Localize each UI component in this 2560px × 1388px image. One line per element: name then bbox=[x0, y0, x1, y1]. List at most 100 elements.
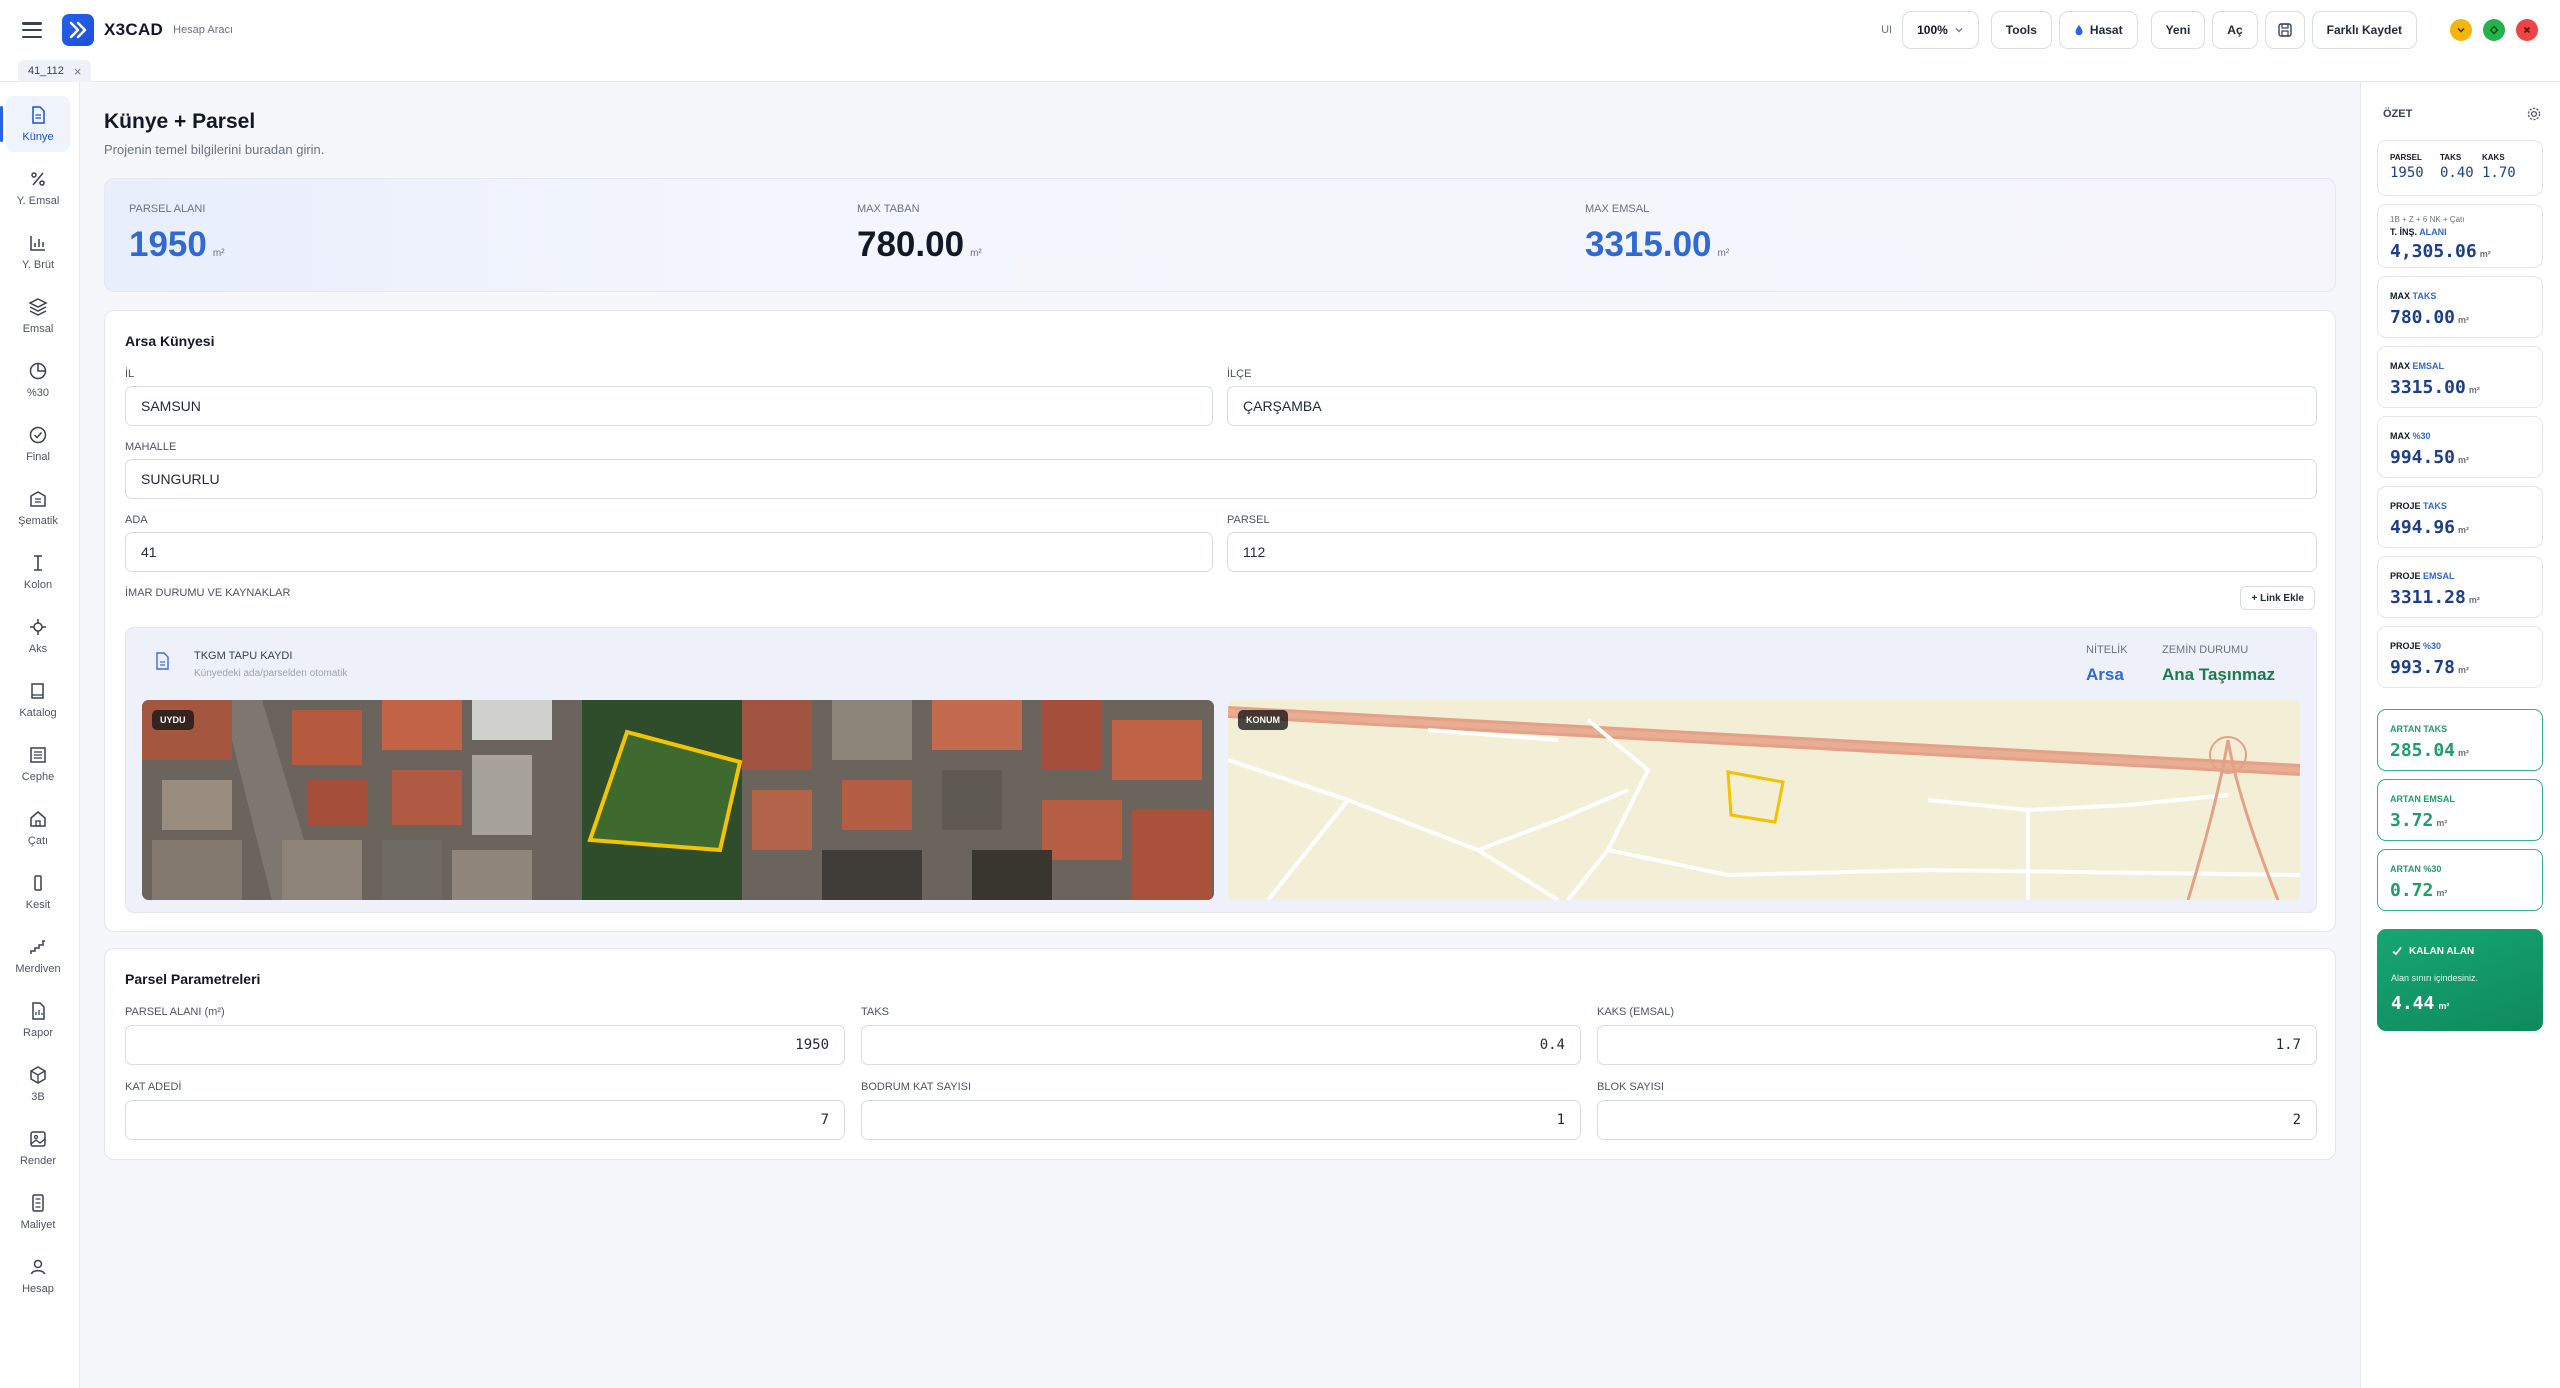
nav-item-yuzde30[interactable]: %30 bbox=[6, 352, 70, 408]
app-subtitle: Hesap Aracı bbox=[173, 24, 234, 36]
ada-field[interactable]: 41 bbox=[125, 532, 1213, 572]
minimize-button[interactable] bbox=[2450, 19, 2472, 41]
card-label: ARTAN bbox=[2390, 724, 2421, 734]
card-unit: m² bbox=[2436, 818, 2448, 828]
hasat-button[interactable]: Hasat bbox=[2058, 11, 2138, 49]
param-label: TAKS bbox=[861, 1006, 889, 1018]
close-window-button[interactable] bbox=[2516, 19, 2538, 41]
file-icon bbox=[156, 652, 169, 670]
param-value: 1.7 bbox=[2275, 1037, 2301, 1053]
tools-button[interactable]: Tools bbox=[1990, 11, 2052, 49]
kat-adedi-input[interactable]: 7 bbox=[125, 1100, 845, 1140]
nav-item-kolon[interactable]: Kolon bbox=[6, 544, 70, 600]
parsel-field[interactable]: 112 bbox=[1227, 532, 2317, 572]
summary-artan-taks: ARTAN TAKS 285.04 m² bbox=[2377, 709, 2543, 771]
card-value: 3311.28 bbox=[2390, 587, 2466, 608]
book-icon bbox=[31, 683, 44, 699]
nav-item-maliyet[interactable]: Maliyet bbox=[6, 1184, 70, 1240]
nav-item-kesit[interactable]: Kesit bbox=[6, 864, 70, 920]
summary-proje-30: PROJE %30 993.78 m² bbox=[2377, 626, 2543, 688]
stat-value: 1950 bbox=[129, 225, 207, 264]
il-field[interactable]: SAMSUN bbox=[125, 386, 1213, 426]
param-label: KAT ADEDİ bbox=[125, 1081, 182, 1093]
nav-item-render[interactable]: Render bbox=[6, 1120, 70, 1176]
card-label-accent: EMSAL bbox=[2412, 361, 2445, 371]
nav-item-cati[interactable]: Çatı bbox=[6, 800, 70, 856]
new-button[interactable]: Yeni bbox=[2150, 11, 2206, 49]
nav-item-y-emsal[interactable]: Y. Emsal bbox=[6, 160, 70, 216]
nav-item-hesap[interactable]: Hesap bbox=[6, 1248, 70, 1304]
add-link-button[interactable]: + Link Ekle bbox=[2240, 586, 2315, 610]
nav-label: %30 bbox=[26, 387, 50, 399]
kalan-text: Alan sınırı içindesiniz. bbox=[2391, 973, 2479, 983]
save-icon bbox=[2277, 23, 2292, 37]
nav-item-emsal[interactable]: Emsal bbox=[6, 288, 70, 344]
document-tab[interactable]: 41_112 × bbox=[18, 60, 92, 82]
summary-panel: ÖZET PARSEL 1950 TAKS 0.40 KAKS 1.70 1B … bbox=[2360, 82, 2560, 1388]
card-unit: m² bbox=[2458, 748, 2470, 758]
nitelik-label: NİTELİK bbox=[2086, 644, 2128, 656]
card-label: ARTAN bbox=[2390, 794, 2421, 804]
taks-input[interactable]: 0.4 bbox=[861, 1025, 1581, 1065]
satellite-image[interactable]: UYDU bbox=[142, 700, 1214, 900]
nav-item-katalog[interactable]: Katalog bbox=[6, 672, 70, 728]
nav-item-final[interactable]: Final bbox=[6, 416, 70, 472]
nav-item-sematik[interactable]: Şematik bbox=[6, 480, 70, 536]
tab-close-icon[interactable]: × bbox=[74, 64, 82, 79]
ins-unit: m² bbox=[2479, 249, 2491, 259]
ins-label: T. İNŞ. bbox=[2390, 227, 2418, 237]
save-as-button[interactable]: Farklı Kaydet bbox=[2311, 11, 2417, 49]
stat-label: MAX TABAN bbox=[857, 203, 920, 215]
nav-item-rapor[interactable]: Rapor bbox=[6, 992, 70, 1048]
ui-scale-label: UI bbox=[1881, 24, 1893, 36]
zemin-value: Ana Taşınmaz bbox=[2162, 665, 2276, 684]
card-unit: m² bbox=[2458, 525, 2470, 535]
open-label: Aç bbox=[2227, 23, 2243, 37]
nav-label: Katalog bbox=[19, 707, 57, 719]
nav-item-merdiven[interactable]: Merdiven bbox=[6, 928, 70, 984]
image-icon bbox=[30, 1131, 46, 1147]
il-label: İL bbox=[125, 368, 135, 380]
nitelik-block: NİTELİK Arsa bbox=[2086, 644, 2128, 685]
stat-parsel-alani: PARSEL ALANI 1950 m² bbox=[129, 203, 225, 265]
card-label: PROJE bbox=[2390, 641, 2421, 651]
nav-label: Kesit bbox=[25, 899, 51, 911]
nav-item-cephe[interactable]: Cephe bbox=[6, 736, 70, 792]
taks-label: TAKS bbox=[2440, 153, 2462, 162]
nav-label: Y. Emsal bbox=[16, 195, 60, 207]
card-value: 994.50 bbox=[2390, 447, 2456, 468]
kalan-value: 4.44 bbox=[2391, 993, 2435, 1014]
kalan-alan-card: KALAN ALAN Alan sınırı içindesiniz. 4.44… bbox=[2377, 929, 2543, 1031]
card-unit: m² bbox=[2468, 595, 2480, 605]
blok-sayisi-input[interactable]: 2 bbox=[1597, 1100, 2317, 1140]
kaks-input[interactable]: 1.7 bbox=[1597, 1025, 2317, 1065]
zoom-select[interactable]: 100% bbox=[1902, 11, 1979, 49]
nav-label: Çatı bbox=[27, 835, 49, 847]
card-value: 285.04 bbox=[2390, 740, 2456, 761]
card-label: PROJE bbox=[2390, 571, 2421, 581]
nav-item-y-brut[interactable]: Y. Brüt bbox=[6, 224, 70, 280]
nav-item-aks[interactable]: Aks bbox=[6, 608, 70, 664]
stat-max-taban: MAX TABAN 780.00 m² bbox=[857, 203, 982, 265]
card-value: 780.00 bbox=[2390, 307, 2456, 328]
bodrum-kat-input[interactable]: 1 bbox=[861, 1100, 1581, 1140]
open-button[interactable]: Aç bbox=[2212, 11, 2258, 49]
nav-item-kunye[interactable]: Künye bbox=[0, 96, 70, 152]
column-icon bbox=[34, 555, 42, 571]
save-button[interactable] bbox=[2264, 11, 2305, 49]
card-unit: m² bbox=[2458, 455, 2470, 465]
mahalle-field[interactable]: SUNGURLU bbox=[125, 459, 2317, 499]
parsel-alani-input[interactable]: 1950 bbox=[125, 1025, 845, 1065]
nav-label: Hesap bbox=[22, 1283, 54, 1295]
ilce-field[interactable]: ÇARŞAMBA bbox=[1227, 386, 2317, 426]
nav-label: Render bbox=[19, 1155, 57, 1167]
imar-label: İMAR DURUMU VE KAYNAKLAR bbox=[125, 587, 291, 599]
stat-value: 780.00 bbox=[857, 225, 965, 264]
nav-item-3b[interactable]: 3B bbox=[6, 1056, 70, 1112]
maximize-button[interactable] bbox=[2483, 19, 2505, 41]
gear-icon[interactable] bbox=[2526, 106, 2542, 122]
stat-unit: m² bbox=[212, 248, 225, 259]
location-map[interactable]: KONUM bbox=[1228, 700, 2300, 900]
menu-icon[interactable] bbox=[22, 22, 42, 38]
card-label-accent: EMSAL bbox=[2423, 794, 2455, 804]
